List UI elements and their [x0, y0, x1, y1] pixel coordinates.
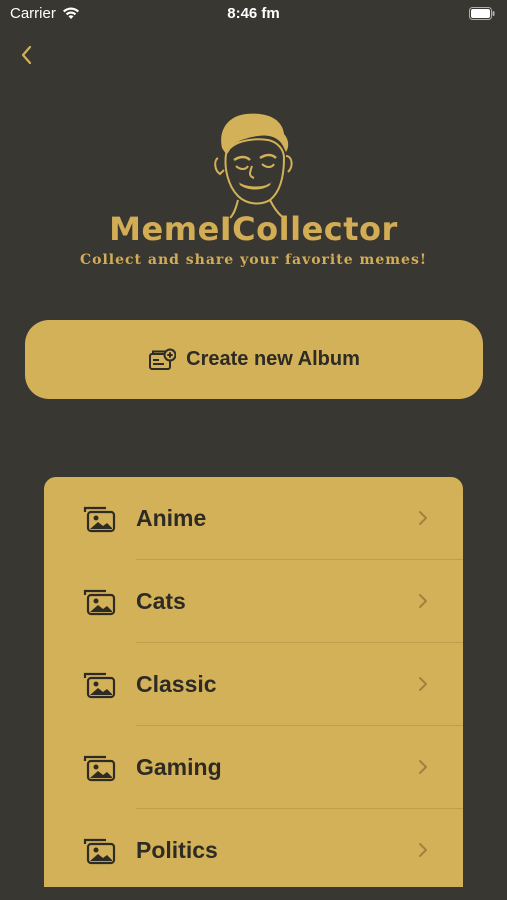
album-row-cats[interactable]: Cats: [44, 560, 463, 643]
battery-icon: [469, 7, 495, 25]
chevron-right-icon: [417, 508, 429, 528]
chevron-left-icon: [21, 45, 32, 65]
photo-stack-icon: [82, 753, 116, 783]
album-row-politics[interactable]: Politics: [44, 809, 463, 887]
chevron-right-icon: [417, 840, 429, 860]
create-album-button[interactable]: Create new Album: [25, 320, 483, 399]
album-label: Cats: [136, 588, 186, 614]
photo-stack-icon: [82, 836, 116, 866]
album-label: Politics: [136, 837, 218, 863]
album-add-icon: [148, 348, 177, 372]
photo-stack-icon: [82, 670, 116, 700]
clock: 8:46 fm: [227, 5, 280, 22]
album-label: Classic: [136, 671, 217, 697]
photo-stack-icon: [82, 587, 116, 617]
app-tagline: Collect and share your favorite memes!: [80, 252, 427, 268]
photo-stack-icon: [82, 504, 116, 534]
create-album-label: Create new Album: [186, 348, 360, 370]
album-row-gaming[interactable]: Gaming: [44, 726, 463, 809]
album-list: Anime Cats Classic Gaming Politics: [44, 477, 463, 887]
chevron-right-icon: [417, 674, 429, 694]
album-label: Anime: [136, 505, 207, 531]
chevron-right-icon: [417, 757, 429, 777]
app-title: MemeICollector: [109, 210, 398, 248]
back-button[interactable]: [14, 40, 44, 70]
screen: Carrier 8:46 fm MemeICollector Collect a…: [0, 0, 507, 900]
album-label: Gaming: [136, 754, 222, 780]
chevron-right-icon: [417, 591, 429, 611]
status-bar: Carrier 8:46 fm: [0, 0, 507, 28]
meme-face-logo: [208, 108, 300, 220]
album-row-classic[interactable]: Classic: [44, 643, 463, 726]
album-row-anime[interactable]: Anime: [44, 477, 463, 560]
